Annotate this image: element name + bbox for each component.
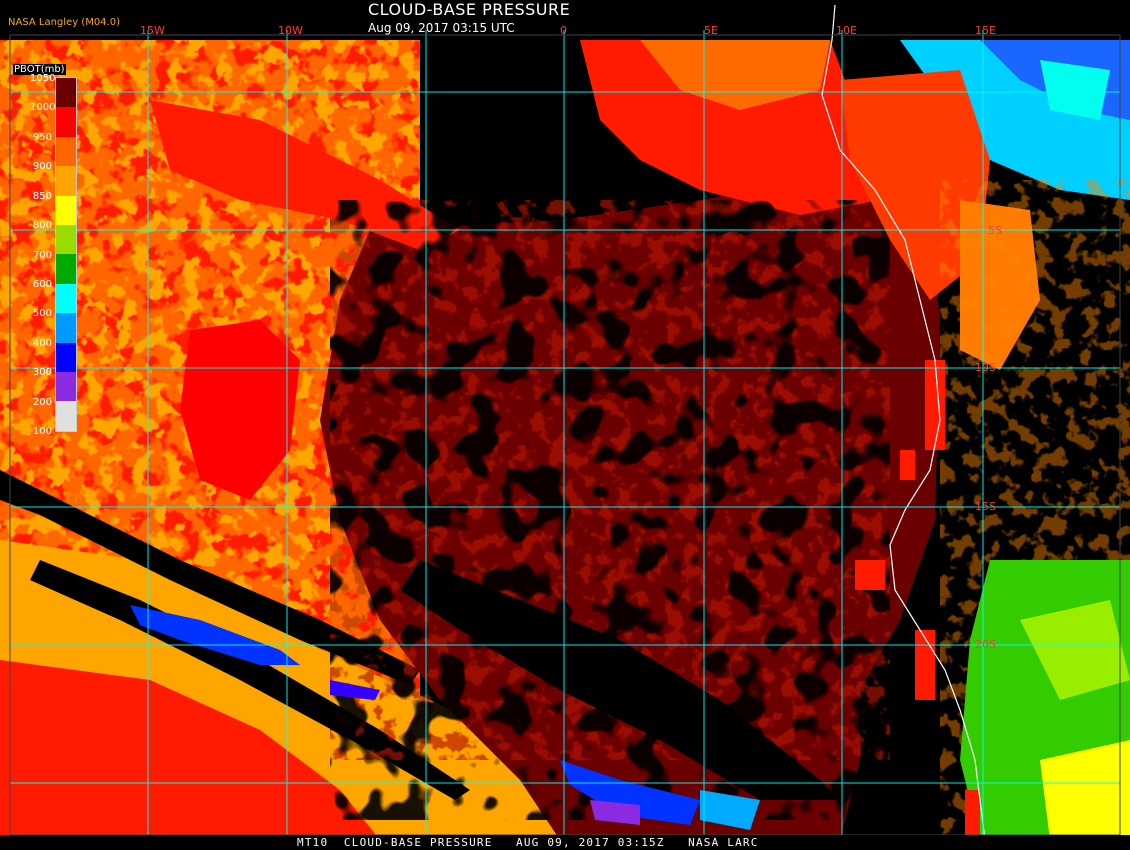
legend-swatch — [56, 254, 76, 284]
legend-swatch — [56, 401, 76, 431]
central-clear-holes — [330, 200, 890, 820]
map-timestamp: Aug 09, 2017 03:15 UTC — [368, 21, 515, 35]
legend-tick-label: 900 — [32, 161, 52, 173]
legend-tick-label: 600 — [32, 278, 52, 290]
legend-tick-label: 300 — [32, 367, 52, 379]
legend-swatch — [56, 166, 76, 196]
legend-tick-label: 100 — [32, 426, 52, 437]
lon-label-15e: 15E — [975, 24, 996, 37]
legend-swatch — [56, 342, 76, 373]
lon-label-10e: 10E — [836, 24, 857, 37]
legend-tick-label: 800 — [32, 220, 52, 232]
legend-swatch — [56, 136, 76, 167]
lat-label-15s: 15S — [975, 500, 996, 513]
legend-tick-label: 950 — [32, 131, 52, 143]
producer-label: NASA Langley (M04.0) — [8, 17, 120, 28]
coastal-red-cells-5 — [965, 790, 980, 835]
lon-label-5e: 5E — [704, 24, 718, 37]
legend-swatch — [56, 372, 76, 402]
lat-label-20s: 20S — [975, 638, 996, 651]
legend-swatch — [56, 78, 76, 108]
legend-tick-label: 400 — [32, 337, 52, 349]
lon-label-0: 0 — [560, 24, 567, 37]
lon-label-10w: 10W — [278, 24, 303, 37]
cloud-base-pressure-map — [0, 0, 1130, 850]
color-scale-bar — [55, 77, 77, 432]
coastal-red-cells-1 — [855, 560, 885, 590]
legend-tick-label: 500 — [32, 308, 52, 320]
legend-swatch — [56, 283, 76, 314]
map-title: CLOUD-BASE PRESSURE — [368, 0, 571, 19]
footer-caption: MT10 CLOUD-BASE PRESSURE AUG 09, 2017 03… — [297, 836, 759, 849]
lat-label-5s: 5S — [988, 224, 1002, 237]
legend-swatch — [56, 313, 76, 343]
legend-tick-label: 1050 — [30, 73, 56, 84]
legend-tick-label: 200 — [32, 396, 52, 408]
coastal-red-cells-2 — [925, 360, 945, 450]
legend-swatch — [56, 107, 76, 137]
coastal-red-cells-4 — [915, 630, 935, 700]
legend-swatch — [56, 195, 76, 226]
legend-tick-label: 700 — [32, 249, 52, 261]
legend-tick-label: 850 — [32, 190, 52, 202]
coastal-red-cells-3 — [900, 450, 915, 480]
lat-label-10s: 10S — [975, 361, 996, 374]
lon-label-15w: 15W — [140, 24, 165, 37]
legend-tick-label: 1000 — [30, 102, 56, 114]
legend-swatch — [56, 225, 76, 255]
